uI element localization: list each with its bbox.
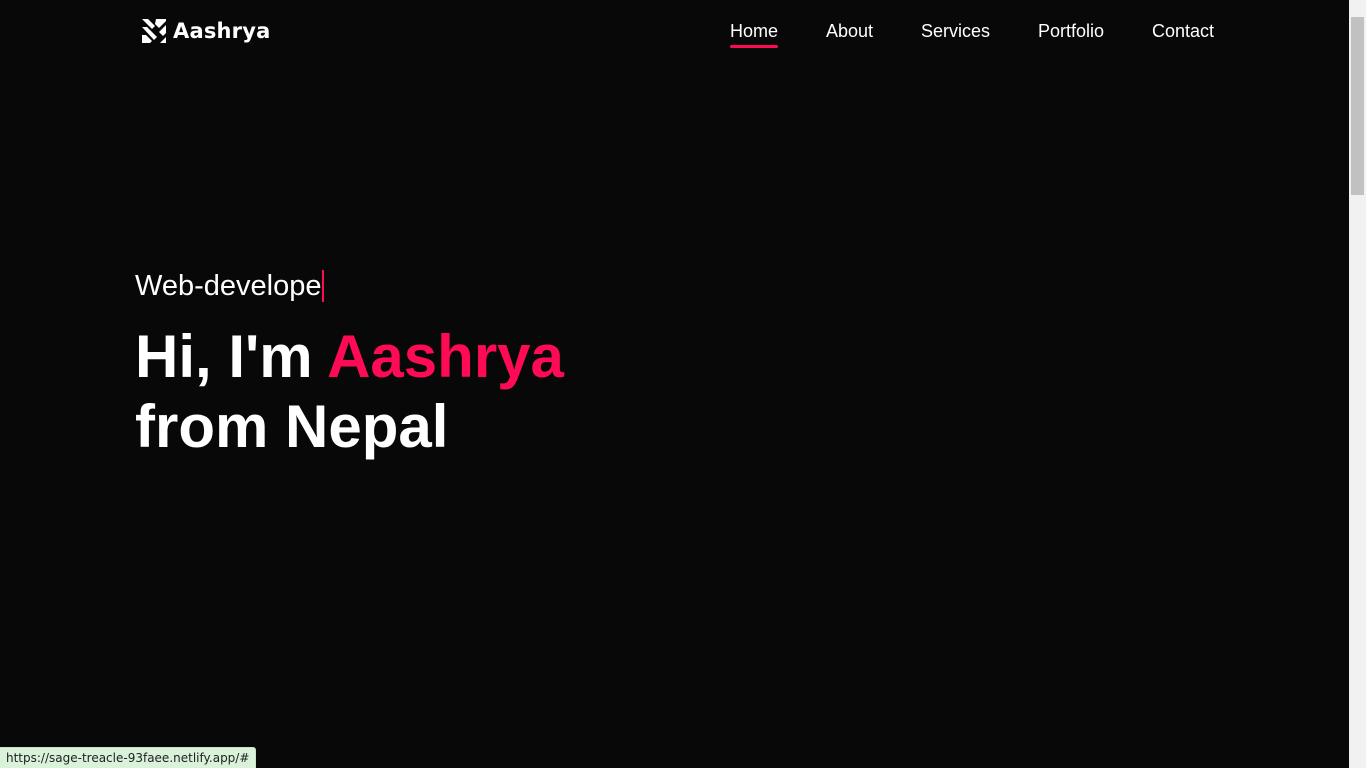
nav-services[interactable]: Services (921, 20, 990, 42)
hero-name: Aashrya (327, 323, 564, 390)
site-header: Aashrya Home About Services Portfolio Co… (0, 0, 1349, 62)
hero-heading: Hi, I'm Aashrya from Nepal (135, 322, 564, 462)
nav-contact[interactable]: Contact (1152, 20, 1214, 42)
page: Aashrya Home About Services Portfolio Co… (0, 0, 1366, 768)
hero-location: from Nepal (135, 393, 449, 460)
typed-role-text: Web-develope (135, 268, 325, 304)
hero-greeting: Hi, I'm (135, 323, 313, 390)
typed-role-label: Web-develope (135, 270, 322, 302)
nav-home[interactable]: Home (730, 20, 779, 48)
vertical-scrollbar[interactable] (1349, 0, 1366, 768)
scrollbar-thumb[interactable] (1351, 17, 1364, 195)
nav-portfolio[interactable]: Portfolio (1038, 20, 1104, 42)
main-nav: Home About Services Portfolio Contact (0, 20, 1349, 50)
link-status-url: https://sage-treacle-93faee.netlify.app/… (0, 747, 257, 768)
nav-about[interactable]: About (826, 20, 873, 42)
typing-caret (322, 270, 325, 302)
